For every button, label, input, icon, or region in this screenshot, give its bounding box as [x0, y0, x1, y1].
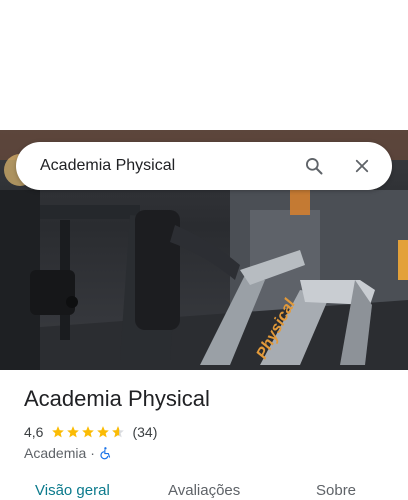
- rating-stars: [51, 425, 126, 439]
- star-icon: [82, 426, 95, 438]
- place-category: Academia: [24, 445, 87, 461]
- wheelchair-icon: [100, 447, 111, 460]
- star-icon: [67, 426, 80, 438]
- search-icon[interactable]: [292, 144, 336, 188]
- map-area-blank: [0, 0, 408, 130]
- rating-value: 4,6: [24, 424, 44, 440]
- close-icon[interactable]: [340, 144, 384, 188]
- category-row: Academia ·: [24, 444, 113, 462]
- star-icon: [52, 426, 65, 438]
- search-input[interactable]: [16, 141, 292, 191]
- place-tabs: Visão geral Avaliações Sobre: [0, 478, 408, 500]
- place-title: Academia Physical: [24, 386, 210, 411]
- search-bar: [16, 141, 392, 191]
- tab-reviews[interactable]: Avaliações: [168, 482, 240, 499]
- star-icon: [97, 426, 110, 438]
- separator-dot: ·: [90, 445, 95, 461]
- half-star-icon: [112, 426, 125, 438]
- tab-about[interactable]: Sobre: [316, 482, 356, 499]
- rating-row[interactable]: 4,6 (34): [24, 422, 157, 442]
- tab-overview[interactable]: Visão geral: [35, 482, 110, 499]
- reviews-count: (34): [132, 424, 158, 440]
